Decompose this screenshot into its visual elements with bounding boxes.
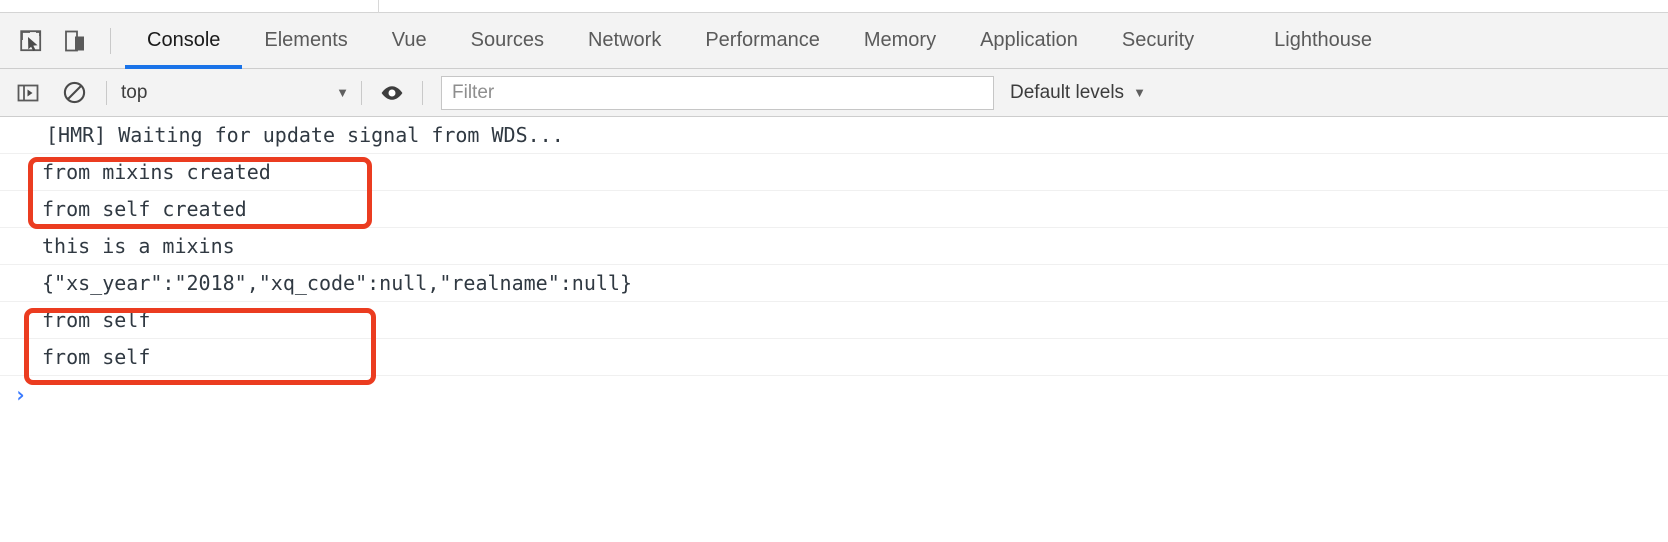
create-live-expression-icon[interactable] — [376, 77, 408, 109]
chevron-down-icon: ▼ — [336, 85, 349, 100]
chevron-down-icon: ▼ — [1133, 85, 1146, 100]
console-message-row[interactable]: this is a mixins — [0, 228, 1668, 265]
tab-lighthouse-label: Lighthouse — [1274, 29, 1373, 51]
tab-performance[interactable]: Performance — [683, 13, 842, 69]
tab-vue-label: Vue — [391, 29, 427, 51]
tab-network-label: Network — [587, 29, 662, 51]
console-message-list[interactable]: [HMR] Waiting for update signal from WDS… — [0, 117, 1668, 542]
clear-console-icon[interactable] — [58, 77, 90, 109]
tab-console-label: Console — [147, 29, 221, 51]
tab-memory[interactable]: Memory — [842, 13, 958, 69]
console-message-row[interactable]: from self — [0, 302, 1668, 339]
tab-elements[interactable]: Elements — [242, 13, 369, 69]
devtools-window: Console Elements Vue Sources Network Per… — [0, 0, 1668, 542]
tabstrip-divider — [378, 0, 379, 13]
console-message-text: from self — [42, 308, 151, 332]
tab-performance-label: Performance — [705, 29, 820, 51]
console-message-row[interactable]: from mixins created — [0, 154, 1668, 191]
inspect-element-icon[interactable] — [14, 24, 48, 58]
devtools-tabbar: Console Elements Vue Sources Network Per… — [0, 13, 1668, 69]
devtools-tab-list: Console Elements Vue Sources Network Per… — [125, 13, 1394, 69]
browser-tabstrip — [0, 0, 1668, 13]
console-message-text: this is a mixins — [42, 234, 235, 258]
tabbar-divider — [110, 27, 111, 54]
tab-sources[interactable]: Sources — [449, 13, 566, 69]
tab-security[interactable]: Security — [1100, 13, 1216, 69]
execution-context-select[interactable]: top ▼ — [107, 77, 361, 109]
tab-application-label: Application — [980, 29, 1078, 51]
prompt-caret-icon: › — [14, 382, 27, 407]
console-message-text: [HMR] Waiting for update signal from WDS… — [46, 123, 564, 147]
console-toolbar: top ▼ Default levels ▼ — [0, 69, 1668, 117]
console-message-text: from self — [42, 345, 151, 369]
show-console-sidebar-icon[interactable] — [12, 77, 44, 109]
log-levels-value: Default levels — [1010, 81, 1125, 103]
log-levels-select[interactable]: Default levels ▼ — [1010, 82, 1146, 104]
execution-context-value: top — [121, 81, 148, 103]
console-message-text: {"xs_year":"2018","xq_code":null,"realna… — [42, 271, 633, 295]
tab-security-label: Security — [1121, 29, 1195, 51]
tab-memory-label: Memory — [863, 29, 937, 51]
tab-vue[interactable]: Vue — [370, 13, 449, 69]
console-message-text: from self created — [42, 197, 247, 221]
console-message-row[interactable]: from self created — [0, 191, 1668, 228]
tab-network[interactable]: Network — [566, 13, 683, 69]
tab-console[interactable]: Console — [125, 13, 243, 69]
console-message-text: from mixins created — [42, 160, 271, 184]
tab-lighthouse[interactable]: Lighthouse — [1252, 13, 1394, 69]
console-message-row[interactable]: [HMR] Waiting for update signal from WDS… — [0, 117, 1668, 154]
tab-sources-label: Sources — [470, 29, 544, 51]
tab-elements-label: Elements — [264, 29, 348, 51]
console-filter-input[interactable] — [441, 75, 994, 110]
console-message-row[interactable]: from self — [0, 339, 1668, 376]
tab-application[interactable]: Application — [958, 13, 1100, 69]
console-prompt-row[interactable]: › — [0, 376, 1668, 414]
device-toolbar-icon[interactable] — [58, 24, 92, 58]
console-message-row[interactable]: {"xs_year":"2018","xq_code":null,"realna… — [0, 265, 1668, 302]
